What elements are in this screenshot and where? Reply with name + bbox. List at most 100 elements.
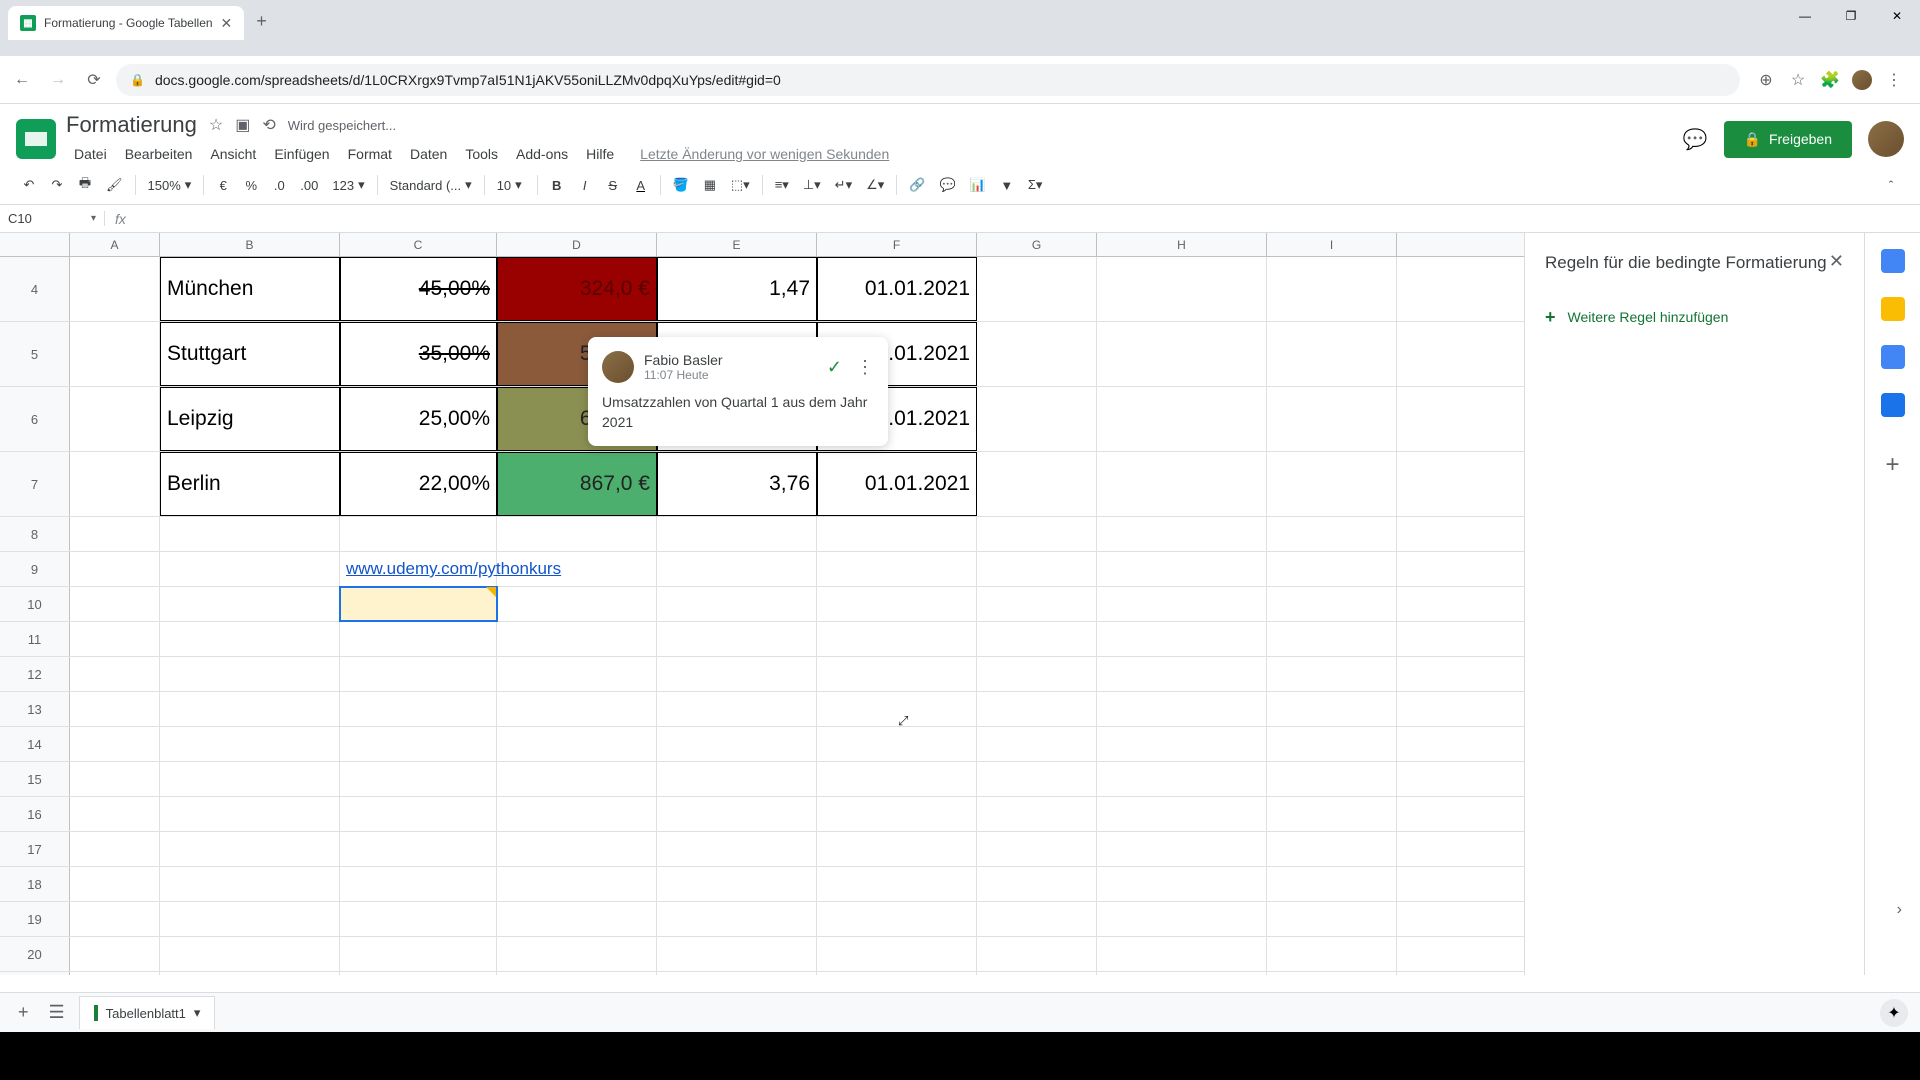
row-header[interactable]: 11: [0, 622, 70, 656]
row-header[interactable]: 5: [0, 322, 70, 386]
insert-link-button[interactable]: 🔗: [903, 172, 931, 198]
cell[interactable]: [657, 902, 817, 936]
menu-edit[interactable]: Bearbeiten: [117, 142, 201, 166]
cell[interactable]: [1267, 552, 1397, 586]
cell[interactable]: [977, 727, 1097, 761]
row-header[interactable]: 15: [0, 762, 70, 796]
cell[interactable]: [1267, 797, 1397, 831]
cell[interactable]: [160, 972, 340, 975]
cell[interactable]: Stuttgart: [160, 322, 340, 386]
cell[interactable]: [977, 622, 1097, 656]
explore-button[interactable]: ✦: [1880, 999, 1908, 1027]
cell[interactable]: 867,0 €: [497, 452, 657, 516]
cell[interactable]: [1097, 832, 1267, 866]
cell[interactable]: [657, 832, 817, 866]
comment-more-icon[interactable]: ⋮: [856, 357, 874, 378]
addons-plus-icon[interactable]: +: [1885, 451, 1899, 479]
cell[interactable]: [160, 902, 340, 936]
cell[interactable]: [340, 797, 497, 831]
cell[interactable]: [160, 867, 340, 901]
cell[interactable]: [340, 937, 497, 971]
cell[interactable]: [657, 692, 817, 726]
cell[interactable]: [657, 622, 817, 656]
cell[interactable]: [70, 387, 160, 451]
redo-button[interactable]: ↷: [44, 172, 70, 198]
insert-comment-button[interactable]: 💬: [933, 172, 961, 198]
cell[interactable]: [1097, 622, 1267, 656]
cell[interactable]: [70, 692, 160, 726]
cell[interactable]: [497, 692, 657, 726]
rotate-button[interactable]: ∠▾: [860, 173, 890, 197]
filter-button[interactable]: ▼: [994, 172, 1020, 198]
cell[interactable]: 3,76: [657, 452, 817, 516]
row-header[interactable]: 7: [0, 452, 70, 516]
cell[interactable]: [160, 622, 340, 656]
cell[interactable]: [340, 587, 497, 621]
row-header[interactable]: 17: [0, 832, 70, 866]
row-header[interactable]: 9: [0, 552, 70, 586]
cell[interactable]: [817, 937, 977, 971]
cell[interactable]: [657, 867, 817, 901]
calendar-icon[interactable]: [1881, 249, 1905, 273]
cell[interactable]: [1097, 902, 1267, 936]
cell[interactable]: [977, 867, 1097, 901]
cell[interactable]: [977, 902, 1097, 936]
close-panel-icon[interactable]: ✕: [1829, 251, 1844, 272]
cell[interactable]: [1097, 797, 1267, 831]
cell[interactable]: 324,0 €: [497, 257, 657, 321]
sheet-tab-1[interactable]: Tabellenblatt1 ▾: [79, 996, 216, 1029]
col-header-c[interactable]: C: [340, 233, 497, 256]
cell[interactable]: [1267, 972, 1397, 975]
col-header-f[interactable]: F: [817, 233, 977, 256]
side-rail-collapse-icon[interactable]: ›: [1897, 901, 1902, 919]
cell[interactable]: [1097, 387, 1267, 451]
col-header-i[interactable]: I: [1267, 233, 1397, 256]
browser-menu-icon[interactable]: ⋮: [1884, 70, 1904, 90]
cell[interactable]: [70, 797, 160, 831]
cell[interactable]: 01.01.2021: [817, 452, 977, 516]
row-header[interactable]: 12: [0, 657, 70, 691]
italic-button[interactable]: I: [572, 172, 598, 198]
v-align-button[interactable]: ⊥▾: [797, 173, 827, 197]
col-header-d[interactable]: D: [497, 233, 657, 256]
col-header-g[interactable]: G: [977, 233, 1097, 256]
col-header-h[interactable]: H: [1097, 233, 1267, 256]
cell[interactable]: [340, 622, 497, 656]
cell[interactable]: [1267, 937, 1397, 971]
cell[interactable]: [70, 257, 160, 321]
cell[interactable]: 25,00%: [340, 387, 497, 451]
cell[interactable]: [497, 657, 657, 691]
cell[interactable]: Leipzig: [160, 387, 340, 451]
cell[interactable]: [70, 867, 160, 901]
cell[interactable]: 22,00%: [340, 452, 497, 516]
add-sheet-button[interactable]: +: [12, 996, 35, 1029]
share-button[interactable]: 🔒 Freigeben: [1724, 121, 1852, 158]
address-bar[interactable]: 🔒 docs.google.com/spreadsheets/d/1L0CRXr…: [116, 64, 1740, 96]
cell[interactable]: [1267, 587, 1397, 621]
forward-button[interactable]: →: [44, 66, 72, 94]
cell[interactable]: [657, 517, 817, 551]
toolbar-collapse-icon[interactable]: ˆ: [1878, 172, 1904, 198]
browser-tab[interactable]: ▦ Formatierung - Google Tabellen ✕: [8, 6, 244, 40]
wrap-button[interactable]: ↵▾: [829, 173, 858, 197]
account-avatar[interactable]: [1868, 121, 1904, 157]
cell[interactable]: [497, 587, 657, 621]
cell[interactable]: [1097, 727, 1267, 761]
cell[interactable]: [497, 832, 657, 866]
cell[interactable]: [340, 762, 497, 796]
favorite-icon[interactable]: ☆: [1788, 70, 1808, 90]
contacts-icon[interactable]: [1881, 393, 1905, 417]
zoom-select[interactable]: 150% ▾: [142, 173, 198, 197]
col-header-e[interactable]: E: [657, 233, 817, 256]
decrease-decimal-button[interactable]: .0: [266, 172, 292, 198]
cell[interactable]: [340, 727, 497, 761]
cell[interactable]: [1097, 322, 1267, 386]
cell[interactable]: [657, 762, 817, 796]
cell[interactable]: [977, 692, 1097, 726]
borders-button[interactable]: ▦: [697, 172, 723, 198]
cell[interactable]: [70, 937, 160, 971]
cell[interactable]: [817, 692, 977, 726]
cell[interactable]: 01.01.2021: [817, 257, 977, 321]
cell[interactable]: [977, 387, 1097, 451]
cell[interactable]: [497, 727, 657, 761]
